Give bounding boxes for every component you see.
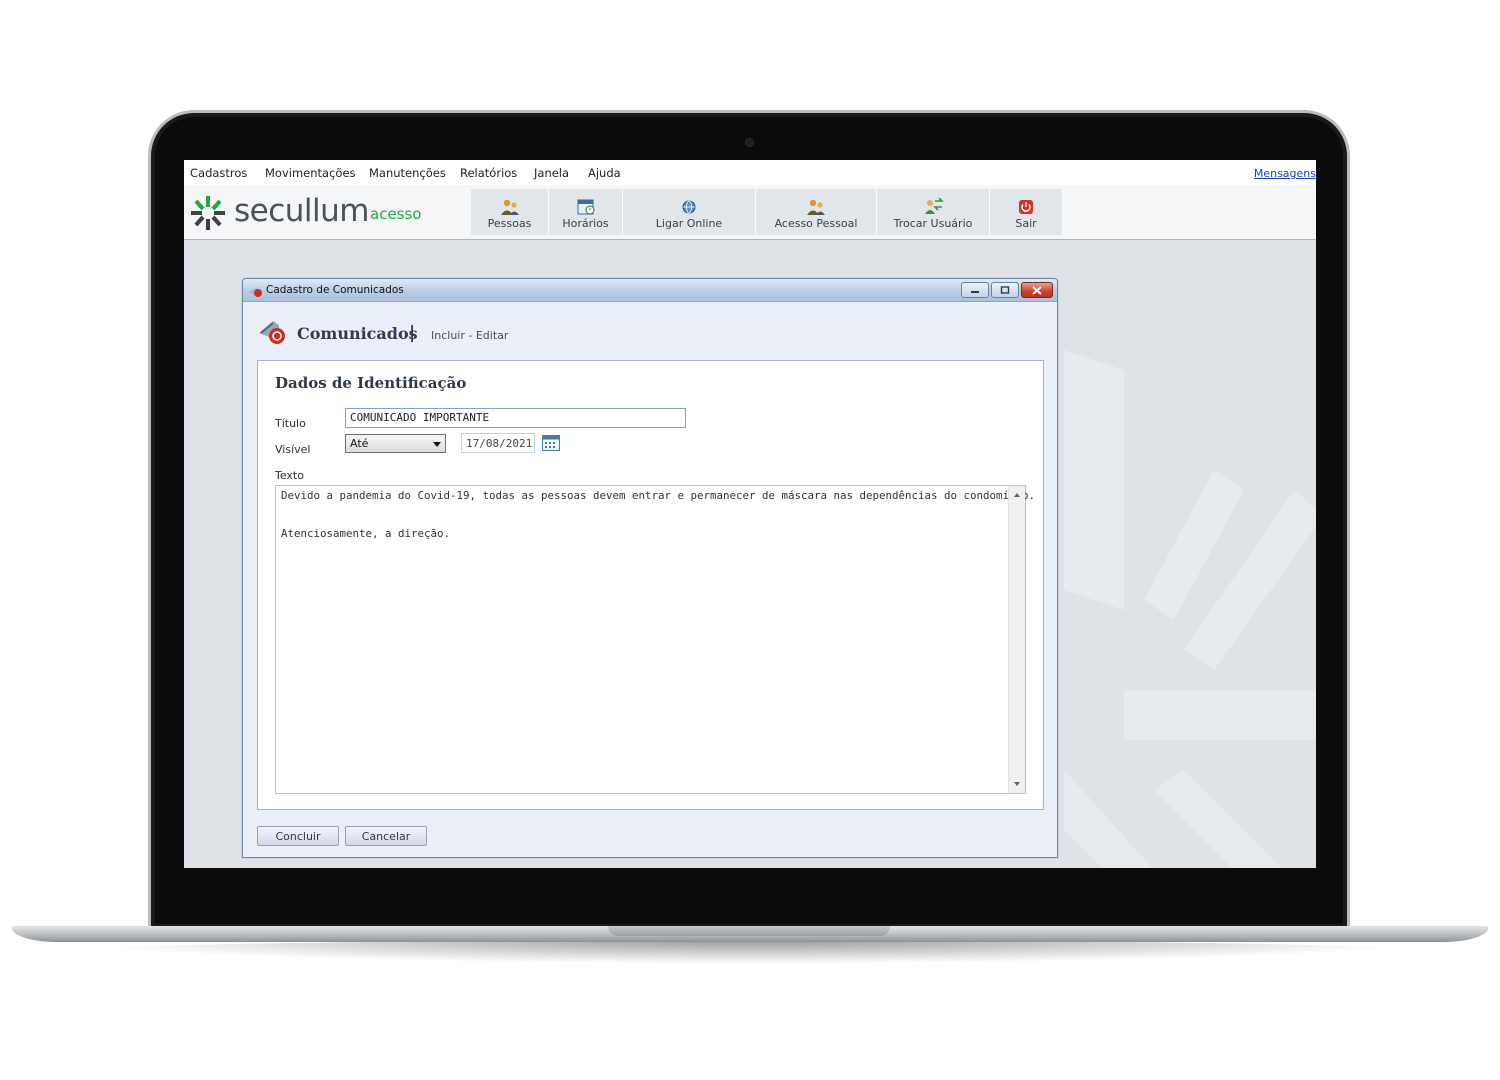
concluir-button[interactable]: Concluir	[257, 826, 339, 846]
close-button[interactable]	[1021, 282, 1053, 298]
laptop-notch	[608, 926, 890, 936]
announcement-icon	[259, 321, 285, 344]
brand-name: secullum	[234, 193, 370, 229]
menu-ajuda[interactable]: Ajuda	[588, 166, 621, 180]
messages-link[interactable]: Mensagens	[1254, 167, 1316, 180]
scroll-up-icon[interactable]	[1014, 493, 1020, 497]
titulo-field[interactable]: COMUNICADO IMPORTANTE	[345, 408, 686, 428]
toolbar-button-acesso-pessoal[interactable]: Acesso Pessoal	[756, 189, 877, 235]
visivel-date-field[interactable]: 17/08/2021	[461, 433, 535, 453]
minimize-button[interactable]	[961, 282, 989, 298]
switch-user-icon	[922, 198, 944, 216]
toolbar-button-sair[interactable]: Sair	[990, 189, 1063, 235]
toolbar-label: Sair	[1015, 217, 1037, 230]
chevron-down-icon	[433, 442, 441, 447]
menu-manutencoes[interactable]: Manutenções	[369, 166, 446, 180]
menu-cadastros[interactable]: Cadastros	[190, 166, 247, 180]
power-icon	[1015, 198, 1037, 216]
titulo-label: Título	[275, 417, 306, 430]
toolbar: Pessoas Horários Ligar Online Acesso Pes…	[471, 189, 1063, 235]
dialog-title: Cadastro de Comunicados	[266, 284, 404, 296]
visivel-select[interactable]: Até	[345, 434, 446, 453]
page-subtitle: Incluir - Editar	[431, 329, 509, 342]
texto-label: Texto	[275, 469, 304, 482]
dialog-titlebar[interactable]: Cadastro de Comunicados	[243, 279, 1057, 302]
dialog-cadastro-comunicados: Cadastro de Comunicados Comunicados | In…	[242, 278, 1058, 858]
maximize-button[interactable]	[991, 282, 1019, 298]
app-screen: Cadastros Movimentações Manutenções Rela…	[184, 160, 1316, 868]
dialog-header: Comunicados | Incluir - Editar	[257, 315, 1017, 351]
texto-line: Devido a pandemia do Covid-19, todas as …	[281, 489, 1036, 502]
secullum-logo-icon	[191, 196, 225, 230]
window-controls	[959, 282, 1053, 298]
brand-product: acesso	[370, 205, 422, 223]
section-title: Dados de Identificação	[275, 374, 467, 392]
menu-bar: Cadastros Movimentações Manutenções Rela…	[184, 160, 1316, 185]
minimize-icon	[971, 291, 979, 293]
toolbar-button-horarios[interactable]: Horários	[549, 189, 623, 235]
schedule-icon	[575, 198, 597, 216]
cancelar-button[interactable]: Cancelar	[345, 826, 427, 846]
scroll-down-icon[interactable]	[1014, 782, 1020, 786]
toolbar-label: Acesso Pessoal	[774, 217, 858, 230]
background-watermark	[1064, 350, 1316, 868]
toolbar-label: Horários	[562, 217, 609, 230]
toolbar-label: Ligar Online	[655, 217, 723, 230]
header-separator: |	[409, 323, 416, 343]
texto-line: Atenciosamente, a direção.	[281, 527, 451, 540]
texto-textarea[interactable]: Devido a pandemia do Covid-19, todas as …	[275, 485, 1035, 794]
page-title: Comunicados	[297, 324, 418, 343]
toolbar-button-trocar-usuario[interactable]: Trocar Usuário	[877, 189, 990, 235]
online-globe-icon	[678, 198, 700, 216]
toolbar-label: Pessoas	[487, 217, 532, 230]
close-icon	[1032, 285, 1042, 295]
maximize-icon	[1000, 286, 1010, 294]
visivel-label: Visível	[275, 443, 311, 456]
webcam	[745, 138, 754, 147]
toolbar-button-pessoas[interactable]: Pessoas	[471, 189, 549, 235]
visivel-select-value: Até	[350, 437, 369, 450]
calendar-icon[interactable]	[542, 435, 560, 451]
announcement-icon	[249, 287, 262, 297]
menu-movimentacoes[interactable]: Movimentações	[265, 166, 356, 180]
menu-relatorios[interactable]: Relatórios	[460, 166, 517, 180]
toolbar-label: Trocar Usuário	[893, 217, 973, 230]
secullum-logo: secullum acesso	[190, 191, 430, 235]
toolbar-area: secullum acesso Pessoas Horários Ligar O…	[184, 185, 1316, 240]
toolbar-button-ligar-online[interactable]: Ligar Online	[623, 189, 756, 235]
laptop-shadow	[60, 940, 1440, 964]
textarea-scrollbar[interactable]	[1008, 486, 1025, 793]
identification-panel: Dados de Identificação Título COMUNICADO…	[257, 360, 1044, 810]
personal-access-icon	[805, 198, 827, 216]
people-icon	[499, 198, 521, 216]
menu-janela[interactable]: Janela	[534, 166, 569, 180]
